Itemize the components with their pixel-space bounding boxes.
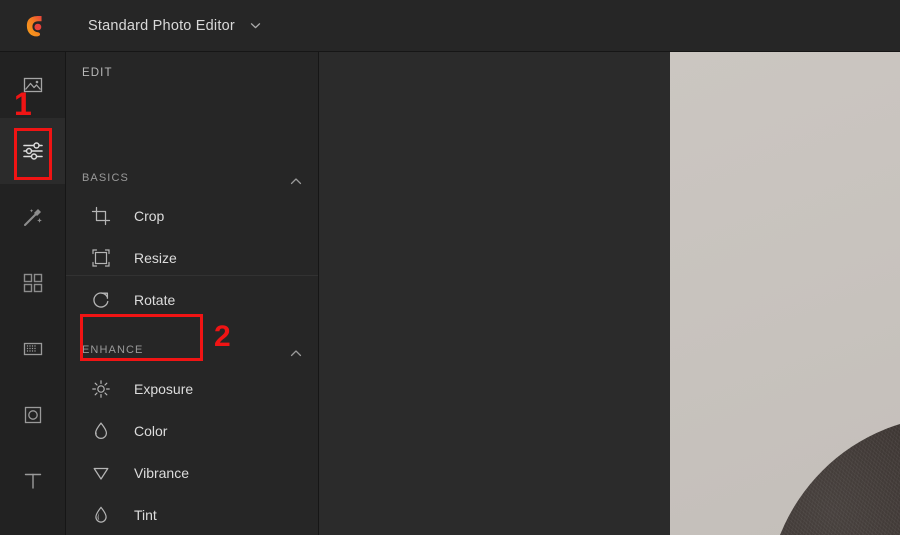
panel-item-rotate[interactable]: Rotate	[66, 279, 318, 321]
crop-icon	[90, 205, 112, 227]
panel-item-label: Exposure	[134, 381, 194, 397]
magic-wand-icon	[23, 209, 42, 226]
panel-item-label: Crop	[134, 208, 165, 224]
panel-item-exposure[interactable]: Exposure	[66, 368, 318, 410]
panel-item-label: Vibrance	[134, 465, 190, 481]
panel-item-label: Color	[134, 423, 168, 439]
rail-item-collage[interactable]	[0, 250, 65, 316]
group-label-basics: BASICS	[82, 172, 129, 184]
panel-item-vibrance[interactable]: Vibrance	[66, 452, 318, 494]
panel-item-label: Tint	[134, 507, 157, 523]
panel-title: EDIT	[82, 67, 113, 79]
panel-divider	[66, 275, 318, 276]
rail-item-adjustments[interactable]	[0, 118, 65, 184]
panel-item-tint[interactable]: Tint	[66, 494, 318, 535]
vignette-icon	[24, 406, 41, 424]
photo-subject-shoulder	[718, 384, 900, 535]
panel-item-label: Rotate	[134, 292, 176, 308]
resize-icon	[90, 247, 112, 269]
sliders-icon	[22, 142, 43, 160]
panel-item-color[interactable]: Color	[66, 410, 318, 452]
annotation-label-1: 1	[14, 86, 32, 122]
rail-item-texture[interactable]	[0, 316, 65, 382]
rail-item-text[interactable]	[0, 448, 65, 514]
annotation-label-2: 2	[214, 320, 231, 353]
panel-item-crop[interactable]: Crop	[66, 195, 318, 237]
app-logo-button[interactable]	[0, 0, 66, 52]
picsart-logo-icon	[26, 15, 42, 36]
rail-item-image[interactable]	[0, 52, 65, 118]
edit-panel: EDIT BASICS Crop Resize Rotate ENHANCE E…	[66, 52, 319, 535]
texture-icon	[23, 342, 42, 356]
chevron-up-icon[interactable]	[290, 173, 302, 185]
rotate-icon	[90, 289, 112, 311]
photo-fabric-texture	[718, 384, 900, 535]
canvas-area[interactable]	[319, 52, 900, 535]
grid-icon	[23, 273, 42, 293]
chevron-down-icon[interactable]	[249, 19, 262, 32]
triangle-down-icon	[90, 462, 112, 484]
group-label-enhance: ENHANCE	[82, 344, 144, 356]
group-header-enhance[interactable]: ENHANCE	[66, 336, 318, 364]
droplet-filled-icon	[90, 420, 112, 442]
sun-icon	[90, 378, 112, 400]
text-icon	[24, 473, 41, 489]
chevron-up-icon[interactable]	[290, 345, 302, 357]
panel-item-label: Resize	[134, 250, 177, 266]
app-title: Standard Photo Editor	[88, 17, 235, 34]
panel-item-resize[interactable]: Resize	[66, 237, 318, 279]
photo-editor-window: Standard Photo Editor EDIT BASICS Crop R…	[0, 0, 900, 535]
tool-rail	[0, 52, 66, 535]
top-bar: Standard Photo Editor	[0, 0, 900, 52]
rail-item-effects[interactable]	[0, 184, 65, 250]
photo-preview[interactable]	[670, 52, 900, 535]
rail-item-frame[interactable]	[0, 382, 65, 448]
group-header-basics[interactable]: BASICS	[66, 164, 318, 192]
droplet-outline-icon	[90, 504, 112, 526]
